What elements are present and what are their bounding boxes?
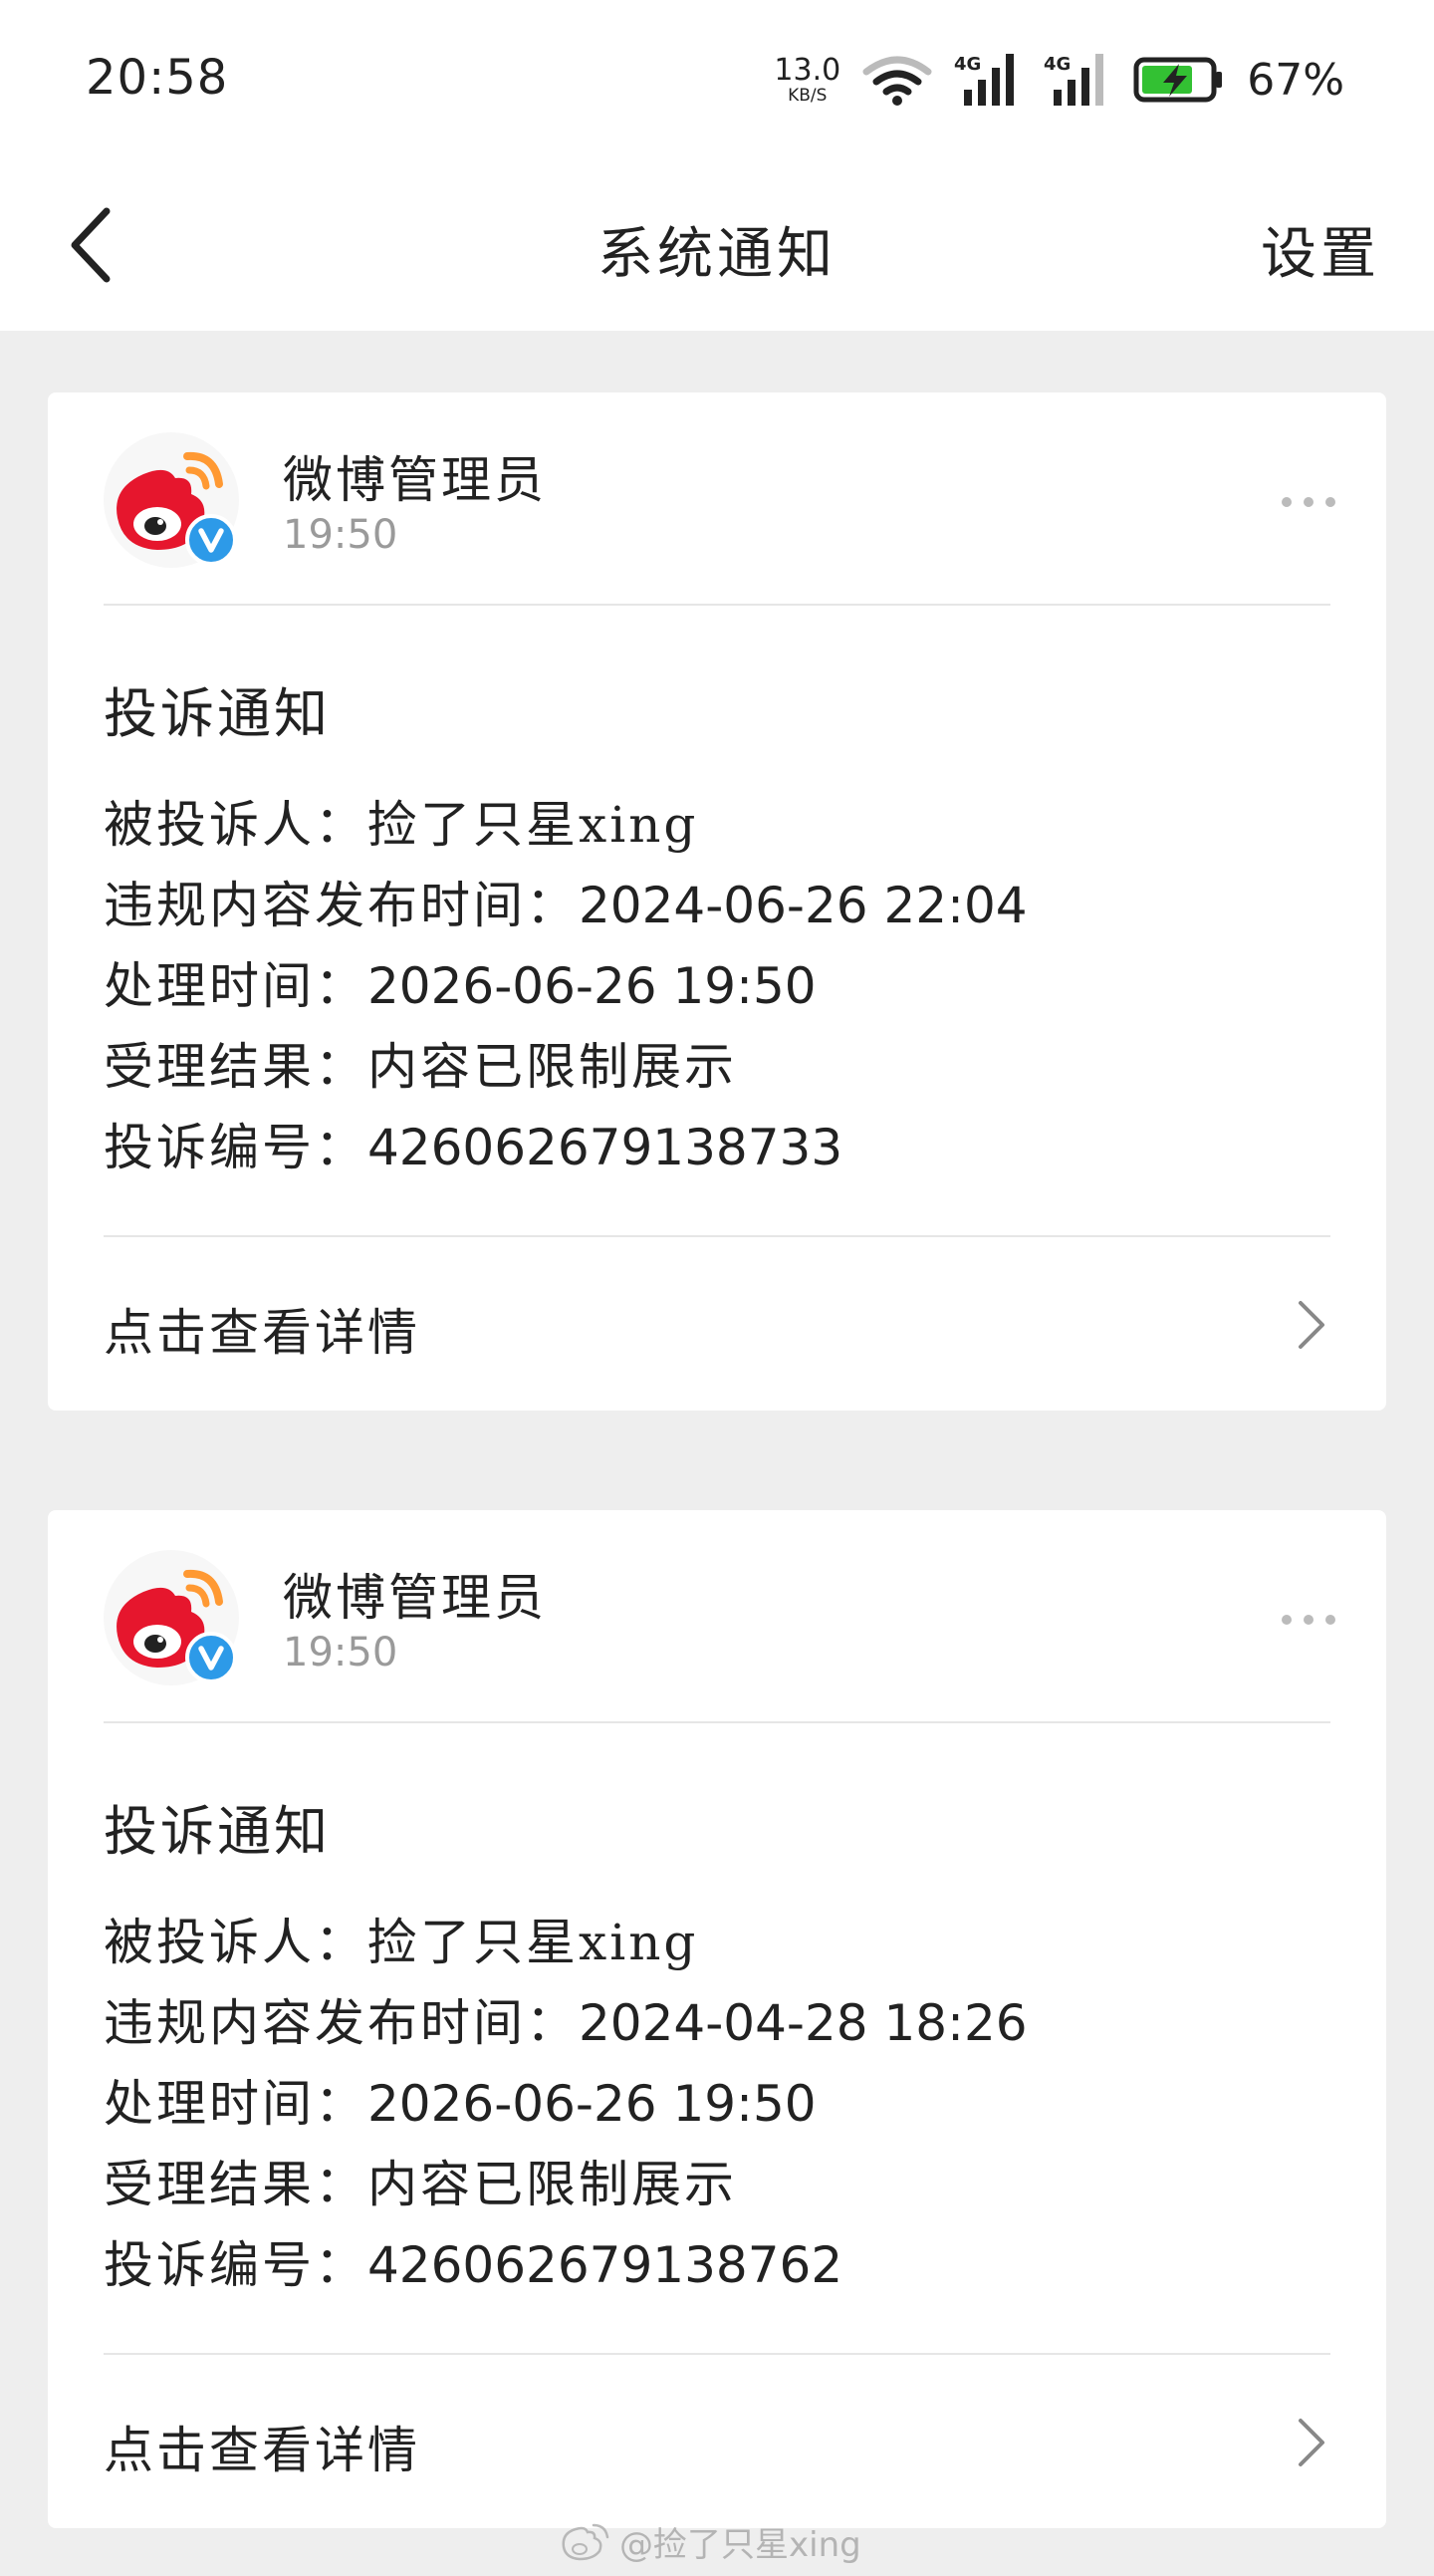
notification-card: 微博管理员 19:50 投诉通知 被投诉人：捡了只星xing 违规内容发布时间：… bbox=[48, 1510, 1386, 2528]
divider bbox=[104, 1721, 1330, 1723]
network-speed-unit: KB/S bbox=[788, 85, 828, 106]
complaint-number-label: 投诉编号： bbox=[104, 2236, 367, 2294]
complainee-line: 被投诉人：捡了只星xing bbox=[104, 785, 1299, 866]
watermark-text: @捡了只星xing bbox=[619, 2524, 861, 2565]
result-line: 受理结果：内容已限制展示 bbox=[104, 2145, 1299, 2225]
sender-name: 微博管理员 bbox=[283, 1569, 547, 1627]
network-speed-value: 13.0 bbox=[774, 52, 841, 88]
complaint-number-label: 投诉编号： bbox=[104, 1119, 367, 1176]
settings-button[interactable]: 设置 bbox=[1261, 209, 1380, 290]
weibo-watermark-icon bbox=[562, 2523, 609, 2561]
process-time-value: 2026-06-26 19:50 bbox=[367, 2075, 817, 2133]
cellular-signal-icon-2: 4G bbox=[1044, 54, 1104, 106]
complaint-number-value: 426062679138762 bbox=[367, 2236, 843, 2294]
publish-time-line: 违规内容发布时间：2024-06-26 22:04 bbox=[104, 866, 1299, 946]
page-title: 系统通知 bbox=[598, 222, 836, 287]
watermark: @捡了只星xing bbox=[558, 2516, 861, 2566]
signal-1-label: 4G bbox=[954, 54, 981, 75]
complainee-label: 被投诉人： bbox=[104, 796, 367, 854]
view-details-label: 点击查看详情 bbox=[104, 2422, 420, 2479]
status-time: 20:58 bbox=[86, 50, 229, 106]
notice-title: 投诉通知 bbox=[104, 682, 331, 745]
verified-badge-icon bbox=[185, 514, 237, 566]
result-value: 内容已限制展示 bbox=[367, 1038, 737, 1096]
process-time-line: 处理时间：2026-06-26 19:50 bbox=[104, 2064, 1299, 2145]
message-time: 19:50 bbox=[283, 512, 398, 558]
complainee-label: 被投诉人： bbox=[104, 1914, 367, 1971]
message-time: 19:50 bbox=[283, 1630, 398, 1675]
cellular-signal-icon-1: 4G bbox=[954, 54, 1015, 106]
more-dots-icon bbox=[1282, 497, 1335, 507]
divider bbox=[104, 604, 1330, 606]
process-time-line: 处理时间：2026-06-26 19:50 bbox=[104, 946, 1299, 1027]
complaint-number-line: 投诉编号：426062679138733 bbox=[104, 1108, 1299, 1188]
network-speed: 13.0 KB/S bbox=[774, 52, 841, 106]
notice-body: 被投诉人：捡了只星xing 违规内容发布时间：2024-06-26 22:04 … bbox=[104, 785, 1299, 1188]
battery-charging-icon bbox=[1133, 57, 1223, 103]
publish-time-line: 违规内容发布时间：2024-04-28 18:26 bbox=[104, 1983, 1299, 2064]
complaint-number-line: 投诉编号：426062679138762 bbox=[104, 2225, 1299, 2306]
result-line: 受理结果：内容已限制展示 bbox=[104, 1027, 1299, 1108]
result-label: 受理结果： bbox=[104, 1038, 367, 1096]
more-dots-icon bbox=[1282, 1615, 1335, 1625]
chevron-right-icon bbox=[1299, 1301, 1324, 1349]
sender-name: 微博管理员 bbox=[283, 451, 547, 509]
publish-time-label: 违规内容发布时间： bbox=[104, 1994, 579, 2052]
complainee-value: 捡了只星xing bbox=[367, 796, 699, 854]
more-options-button[interactable] bbox=[1279, 472, 1338, 532]
status-bar: 20:58 13.0 KB/S 4G 4G 67% bbox=[0, 0, 1434, 159]
view-details-label: 点击查看详情 bbox=[104, 1304, 420, 1362]
process-time-label: 处理时间： bbox=[104, 957, 367, 1015]
result-value: 内容已限制展示 bbox=[367, 2156, 737, 2213]
publish-time-label: 违规内容发布时间： bbox=[104, 877, 579, 934]
process-time-value: 2026-06-26 19:50 bbox=[367, 957, 817, 1015]
more-options-button[interactable] bbox=[1279, 1590, 1338, 1650]
verified-badge-icon bbox=[185, 1632, 237, 1683]
complaint-number-value: 426062679138733 bbox=[367, 1119, 843, 1176]
result-label: 受理结果： bbox=[104, 2156, 367, 2213]
signal-2-label: 4G bbox=[1044, 54, 1071, 75]
battery-percent: 67% bbox=[1247, 54, 1344, 106]
notice-title: 投诉通知 bbox=[104, 1800, 331, 1863]
chevron-right-icon bbox=[1299, 2419, 1324, 2466]
notice-body: 被投诉人：捡了只星xing 违规内容发布时间：2024-04-28 18:26 … bbox=[104, 1903, 1299, 2306]
process-time-label: 处理时间： bbox=[104, 2075, 367, 2133]
wifi-icon bbox=[862, 56, 932, 106]
complainee-line: 被投诉人：捡了只星xing bbox=[104, 1903, 1299, 1983]
nav-header: 系统通知 设置 bbox=[0, 159, 1434, 331]
publish-time-value: 2024-06-26 22:04 bbox=[579, 877, 1028, 934]
status-icons: 13.0 KB/S 4G 4G 67% bbox=[774, 48, 1344, 112]
notification-card: 微博管理员 19:50 投诉通知 被投诉人：捡了只星xing 违规内容发布时间：… bbox=[48, 392, 1386, 1411]
view-details-link[interactable]: 点击查看详情 bbox=[48, 1237, 1386, 1411]
view-details-link[interactable]: 点击查看详情 bbox=[48, 2355, 1386, 2528]
publish-time-value: 2024-04-28 18:26 bbox=[579, 1994, 1028, 2052]
complainee-value: 捡了只星xing bbox=[367, 1914, 699, 1971]
